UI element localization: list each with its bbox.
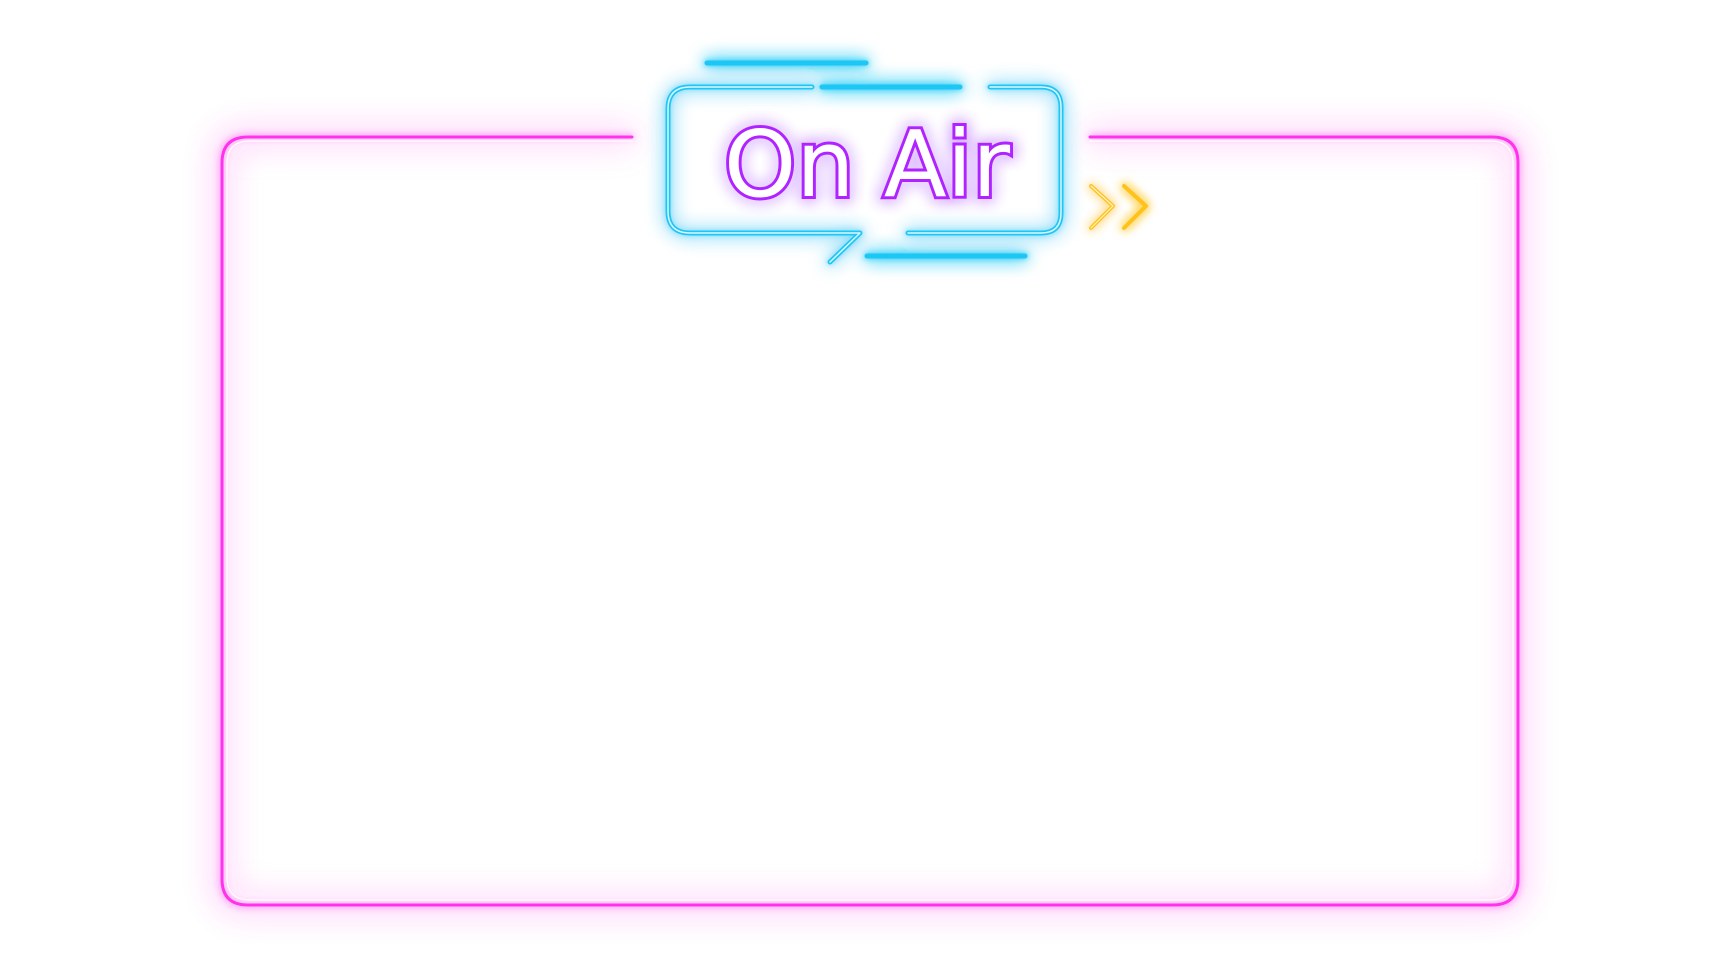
chevron-right-part xyxy=(1122,184,1148,230)
chevron-left-part xyxy=(1089,184,1115,230)
neon-frame xyxy=(220,135,1520,907)
neon-artwork: On Air xyxy=(220,60,1520,907)
frame-outer-line xyxy=(220,135,1520,907)
double-chevron-right-icon xyxy=(1089,184,1148,230)
neon-on-air-frame: On Air xyxy=(0,0,1726,961)
title-group: On Air xyxy=(721,108,1013,221)
sign-title: On Air xyxy=(724,111,1010,218)
